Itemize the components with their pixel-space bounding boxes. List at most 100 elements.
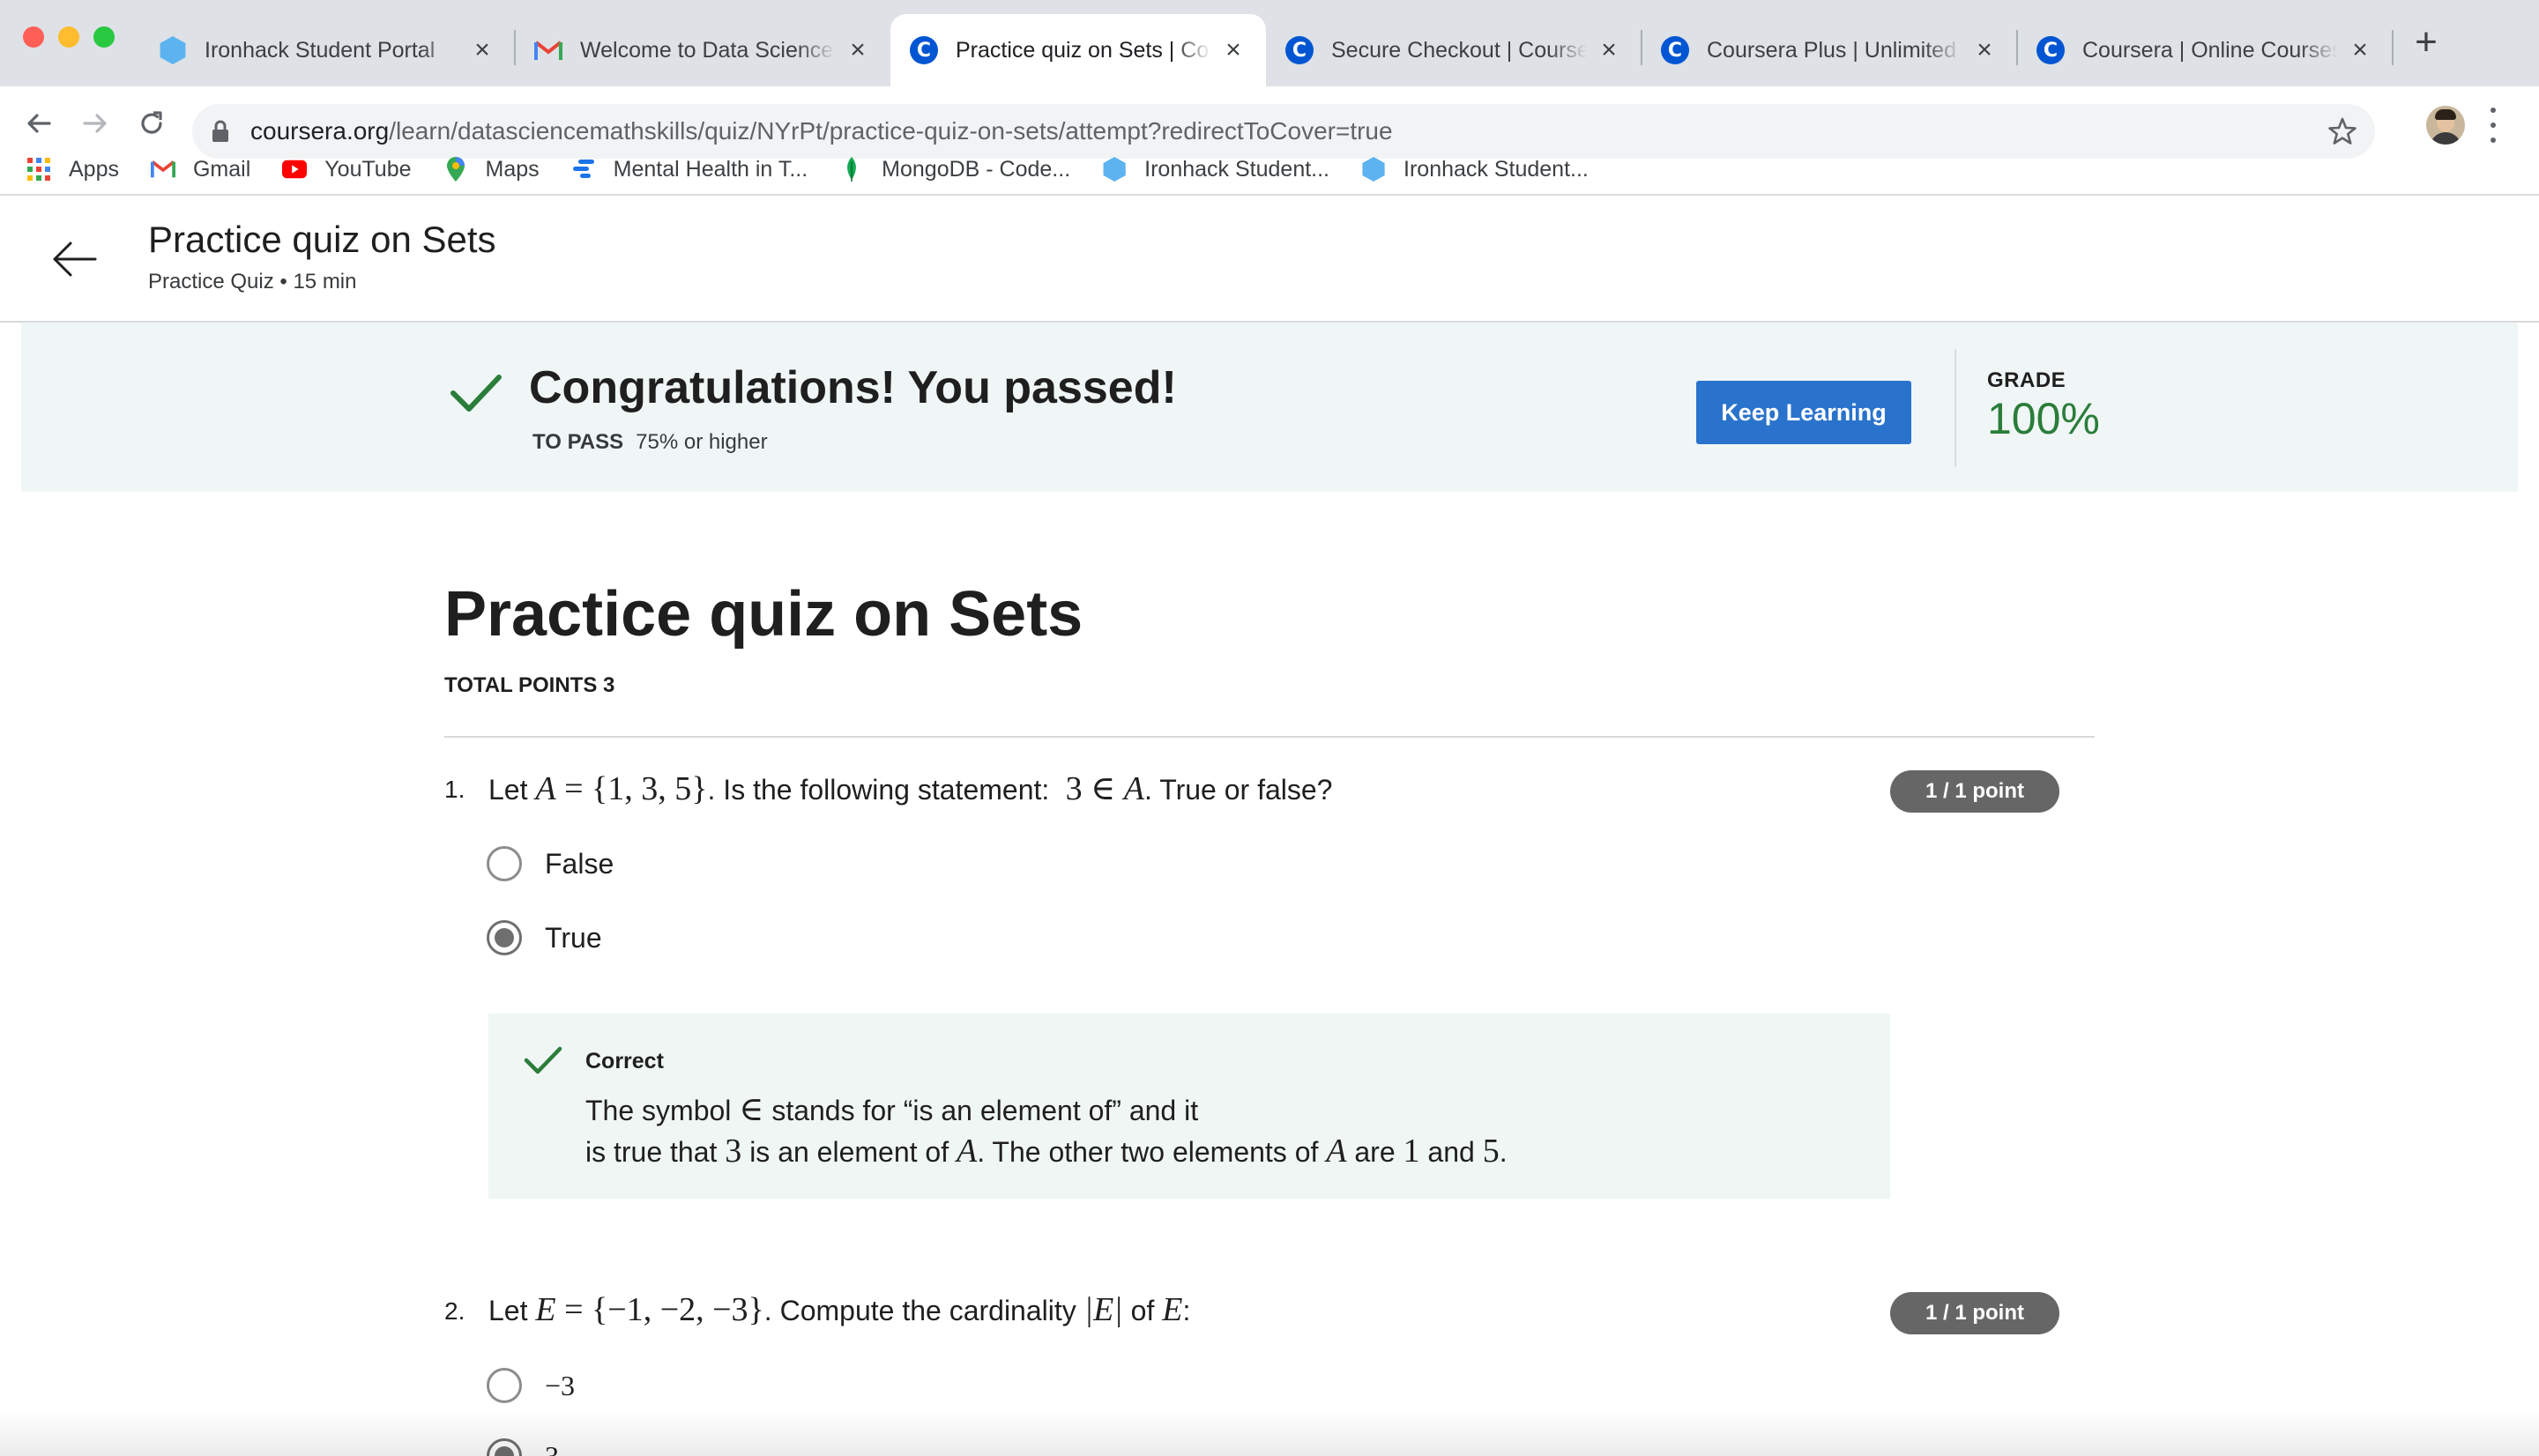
browser-tab[interactable]: Welcome to Data Science ×	[515, 14, 890, 86]
quiz-title: Practice quiz on Sets	[444, 579, 1083, 650]
feedback-text-segment: stands for “is an element of” and it	[771, 1095, 1199, 1126]
radio-button[interactable]	[487, 1368, 522, 1403]
radio-button-selected[interactable]	[487, 920, 522, 955]
question-text-segment: of	[1130, 1295, 1155, 1326]
window-close-button[interactable]	[23, 26, 44, 48]
feedback-text: is true that 3 is an element of A. The o…	[585, 1132, 1508, 1170]
answer-option[interactable]: False	[487, 846, 614, 881]
feedback-text-segment: and	[1427, 1136, 1475, 1168]
answer-option-selected[interactable]: 3	[487, 1438, 559, 1456]
math-symbol: ∈	[739, 1091, 764, 1128]
checkmark-icon	[450, 372, 503, 419]
apps-grid-icon	[26, 157, 51, 182]
keep-learning-button[interactable]: Keep Learning	[1696, 381, 1911, 444]
pass-threshold: TO PASS 75% or higher	[532, 430, 768, 455]
answer-feedback: Correct The symbol ∈ stands for “is an e…	[488, 1014, 1890, 1199]
ironhack-icon	[1361, 157, 1386, 182]
radio-button[interactable]	[487, 846, 522, 881]
math-variable: A	[1123, 770, 1145, 807]
math-number: 3	[725, 1133, 742, 1170]
item-header: Practice quiz on Sets Practice Quiz • 15…	[0, 196, 2539, 323]
bookmark-apps[interactable]: Apps	[26, 157, 119, 182]
mental-health-icon	[571, 157, 596, 182]
reload-icon[interactable]	[132, 104, 171, 143]
coursera-icon: C	[2036, 36, 2065, 64]
answer-option-selected[interactable]: True	[487, 920, 602, 955]
bookmark-youtube[interactable]: YouTube	[282, 157, 412, 182]
browser-menu-icon[interactable]	[2488, 108, 2498, 143]
tab-title: Ironhack Student Portal	[205, 37, 436, 63]
math-variable: E	[535, 1291, 556, 1328]
tab-close-icon[interactable]: ×	[469, 35, 495, 64]
browser-tab[interactable]: Ironhack Student Portal ×	[139, 14, 516, 86]
feedback-title: Correct	[585, 1049, 664, 1073]
browser-tab[interactable]: C Coursera | Online Courses ×	[2017, 14, 2394, 86]
maps-pin-icon	[443, 157, 468, 182]
total-points: TOTAL POINTS 3	[444, 673, 615, 697]
question-text-segment: :	[1182, 1295, 1191, 1326]
option-label: False	[545, 847, 614, 880]
back-arrow-icon[interactable]	[49, 234, 99, 284]
bookmark-label: Ironhack Student...	[1404, 156, 1589, 182]
forward-icon[interactable]	[76, 104, 115, 143]
tab-close-icon[interactable]: ×	[1596, 35, 1622, 64]
points-badge: 1 / 1 point	[1890, 1292, 2059, 1334]
window-zoom-button[interactable]	[93, 26, 115, 48]
url-host: coursera.org	[250, 117, 390, 145]
grade-value: 100%	[1987, 394, 2100, 443]
answer-option[interactable]: −3	[487, 1368, 575, 1403]
profile-avatar[interactable]	[2426, 106, 2465, 145]
tab-separator	[2392, 30, 2394, 65]
feedback-text-segment: . The other two elements of	[977, 1136, 1319, 1168]
option-label: 3	[545, 1439, 559, 1456]
math-variable: A	[535, 770, 556, 807]
banner-divider	[1955, 349, 1956, 467]
bookmark-gmail[interactable]: Gmail	[150, 156, 251, 182]
bookmark-mongodb[interactable]: MongoDB - Code...	[839, 157, 1070, 182]
window-minimize-button[interactable]	[58, 26, 79, 48]
math-expression: A = {1, 3, 5}	[535, 770, 707, 807]
url-path: /learn/datasciencemathskills/quiz/NYrPt/…	[389, 117, 1393, 145]
browser-tab[interactable]: C Secure Checkout | Course ×	[1266, 14, 1642, 86]
tab-title: Coursera | Online Courses	[2082, 37, 2338, 63]
bookmark-ironhack[interactable]: Ironhack Student...	[1102, 157, 1329, 182]
option-label: −3	[545, 1369, 576, 1401]
url-text[interactable]: coursera.org/learn/datasciencemathskills…	[250, 117, 1393, 145]
window-bottom-shadow	[0, 1410, 2539, 1456]
bookmark-maps[interactable]: Maps	[443, 157, 540, 182]
ironhack-icon	[1102, 157, 1127, 182]
tab-close-icon[interactable]: ×	[1971, 35, 1998, 64]
math-variable: A	[956, 1133, 978, 1170]
math-expression: 3 ∈ A	[1057, 770, 1144, 807]
question-number: 1.	[444, 776, 465, 803]
bookmarks-bar: Apps Gmail YouTube Maps Mental Health in…	[0, 145, 2539, 194]
bookmark-label: Apps	[69, 156, 119, 182]
tab-close-icon[interactable]: ×	[1220, 35, 1247, 64]
lock-icon[interactable]	[212, 120, 229, 147]
youtube-icon	[282, 157, 308, 182]
tab-close-icon[interactable]: ×	[2347, 35, 2373, 64]
bookmark-ironhack[interactable]: Ironhack Student...	[1361, 157, 1589, 182]
tab-title: Welcome to Data Science	[580, 37, 834, 63]
tab-title: Practice quiz on Sets | Co	[956, 37, 1210, 63]
new-tab-button[interactable]: +	[2409, 23, 2444, 62]
browser-tab[interactable]: C Coursera Plus | Unlimited ×	[1642, 14, 2018, 86]
checkmark-icon	[524, 1045, 562, 1080]
header-subtitle: Practice Quiz • 15 min	[148, 270, 357, 293]
bookmark-mental-health[interactable]: Mental Health in T...	[571, 157, 808, 182]
browser-tab-active[interactable]: C Practice quiz on Sets | Co ×	[890, 14, 1266, 86]
browser-tab-strip: Ironhack Student Portal × Welcome to Dat…	[0, 0, 2539, 86]
feedback-text-segment: are	[1354, 1136, 1396, 1168]
back-icon[interactable]	[19, 104, 58, 143]
feedback-text-segment: The symbol	[585, 1095, 732, 1126]
math-number: 5	[1482, 1133, 1500, 1170]
points-badge: 1 / 1 point	[1890, 770, 2059, 813]
tab-close-icon[interactable]: ×	[845, 35, 871, 64]
math-expression: E = {−1, −2, −3}	[535, 1291, 763, 1328]
bookmark-label: MongoDB - Code...	[882, 156, 1071, 182]
bookmark-label: Gmail	[192, 156, 251, 182]
to-pass-value: 75% or higher	[636, 430, 768, 454]
to-pass-label: TO PASS	[532, 430, 624, 454]
tab-title: Coursera Plus | Unlimited	[1707, 37, 1956, 63]
radio-button-selected[interactable]	[487, 1438, 522, 1456]
